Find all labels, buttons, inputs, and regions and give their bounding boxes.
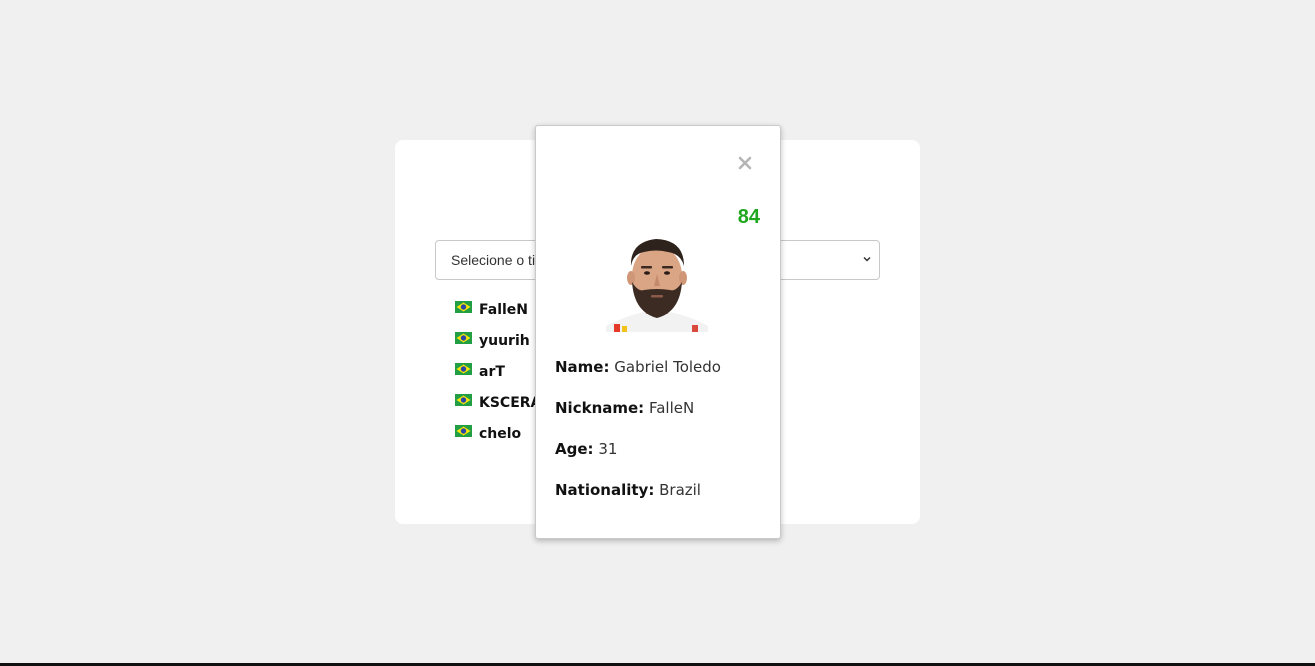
close-icon[interactable]: [738, 156, 752, 170]
brazil-flag-icon: [455, 394, 472, 406]
player-name: yuurih: [479, 333, 530, 349]
name-value: Gabriel Toledo: [614, 358, 721, 376]
nationality-value: Brazil: [659, 481, 701, 499]
brazil-flag-icon: [455, 301, 472, 313]
player-nationality-row: Nationality: Brazil: [555, 481, 701, 499]
player-name: arT: [479, 364, 505, 380]
player-name: FalleN: [479, 302, 528, 318]
chevron-down-icon: [863, 256, 871, 262]
nationality-label: Nationality:: [555, 481, 655, 499]
age-label: Age:: [555, 440, 594, 458]
player-name: chelo: [479, 426, 522, 442]
age-value: 31: [598, 440, 618, 458]
player-name-row: Name: Gabriel Toledo: [555, 358, 721, 376]
nickname-label: Nickname:: [555, 399, 645, 417]
brazil-flag-icon: [455, 425, 472, 437]
brazil-flag-icon: [455, 332, 472, 344]
brazil-flag-icon: [455, 363, 472, 375]
player-rating: 84: [737, 206, 760, 228]
nickname-value: FalleN: [648, 399, 695, 417]
player-photo: [606, 239, 708, 332]
player-detail-modal: 84 Name: Gabriel Toledo Nickname: FalleN…: [535, 125, 781, 539]
player-age-row: Age: 31: [555, 440, 617, 458]
player-nickname-row: Nickname: FalleN: [555, 399, 694, 417]
name-label: Name:: [555, 358, 610, 376]
